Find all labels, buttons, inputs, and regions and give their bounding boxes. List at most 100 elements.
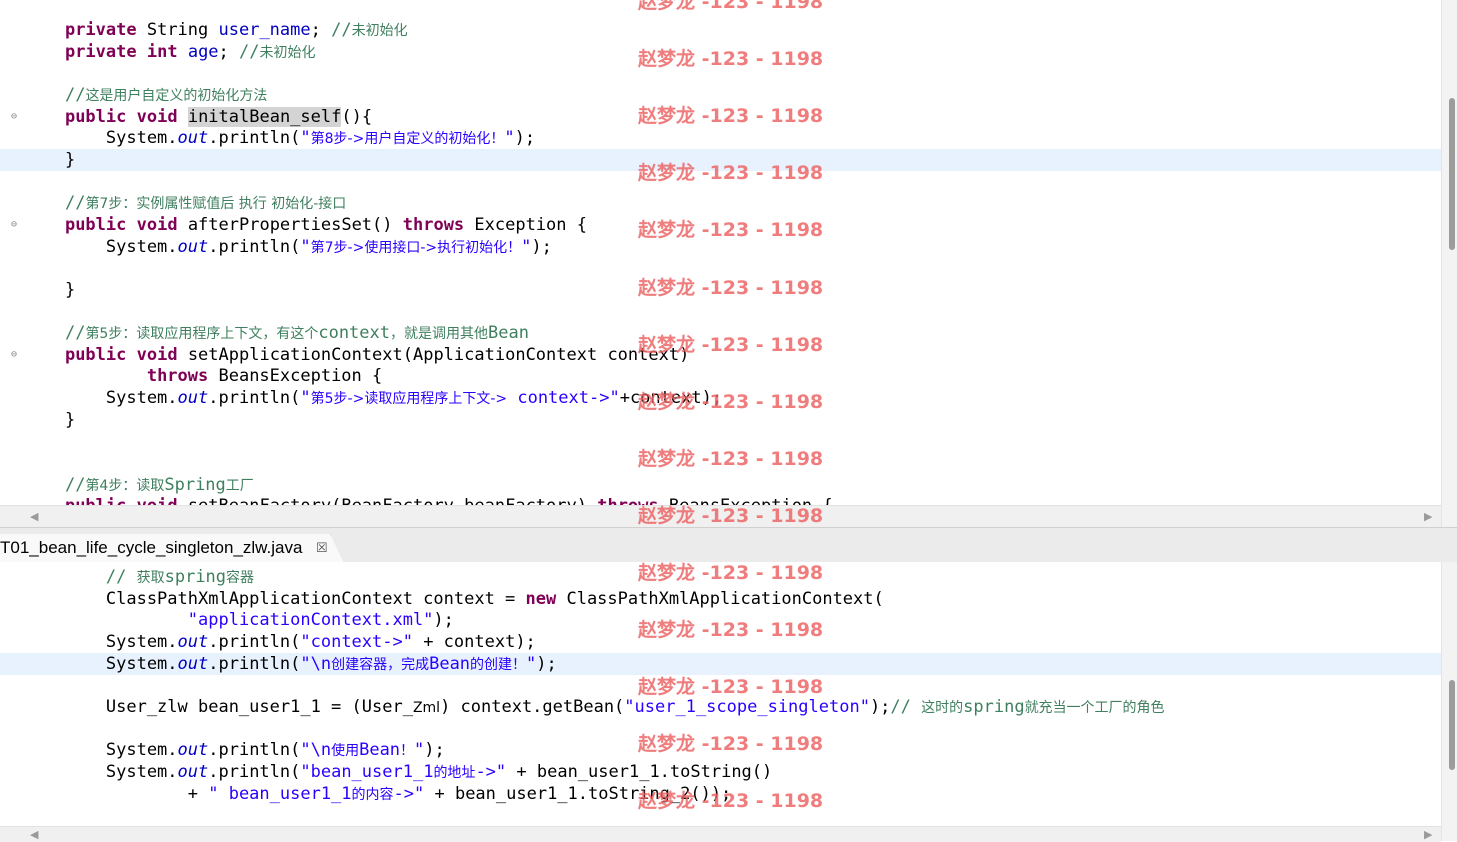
- code-line[interactable]: 6: [0, 62, 1441, 84]
- code-token: out: [177, 128, 209, 149]
- code-token: spring: [963, 696, 1025, 717]
- code-line[interactable]: 9: [0, 674, 1441, 696]
- code-token: throws: [146, 366, 209, 387]
- code-token: new: [525, 588, 557, 609]
- scroll-right-arrow-icon[interactable]: ▶: [1424, 510, 1432, 523]
- code-token: int: [146, 41, 178, 62]
- code-text: User_zlw bean_user1_1 = (User_Zml) conte…: [24, 696, 1165, 719]
- scroll-right-arrow-icon[interactable]: ▶: [1424, 828, 1432, 841]
- code-line[interactable]: 4 System.out.println("第7步->使用接口->执行初始化！"…: [0, 236, 1441, 258]
- code-token: 第5步->读取应用程序上下文->: [310, 391, 508, 408]
- code-line[interactable]: 7 System.out.println("context->" + conte…: [0, 631, 1441, 653]
- code-token: //: [239, 41, 260, 62]
- code-line[interactable]: 3: [0, 430, 1441, 452]
- bottom-horizontal-scrollbar[interactable]: ◀ ▶: [0, 826, 1441, 842]
- scroll-left-arrow-icon[interactable]: ◀: [30, 828, 38, 841]
- bottom-vertical-scrollbar[interactable]: [1441, 562, 1457, 841]
- code-token: }: [24, 279, 76, 300]
- code-token: "applicationContext.xml": [187, 610, 434, 631]
- code-line[interactable]: 2 //第7步：实例属性赋值后 执行 初始化-接口: [0, 192, 1441, 214]
- code-line[interactable]: 8 System.out.println("\n创建容器，完成Bean的创建！"…: [0, 652, 1441, 676]
- code-line[interactable]: 5 //第4步：读取Spring工厂: [0, 474, 1441, 496]
- top-vertical-scrollbar[interactable]: [1441, 0, 1457, 527]
- code-token: "bean_user1_1: [300, 761, 434, 782]
- code-token: ！: [400, 743, 415, 760]
- code-line[interactable]: 0 throws BeansException {: [0, 365, 1441, 387]
- code-token: 第7步：实例属性赋值后 执行 初始化-接口: [85, 196, 347, 213]
- code-line[interactable]: 4 + " bean_user1_1的内容->" + bean_user1_1.…: [0, 783, 1441, 805]
- code-token: ;: [218, 41, 240, 62]
- code-line[interactable]: 1: [0, 171, 1441, 193]
- code-token: .println(: [208, 740, 301, 761]
- code-token: //: [64, 323, 86, 344]
- code-line[interactable]: 6 "applicationContext.xml");: [0, 609, 1441, 631]
- top-scroll-thumb[interactable]: [1449, 98, 1455, 250]
- code-line[interactable]: 3 System.out.println("bean_user1_1的地址->"…: [0, 761, 1441, 783]
- close-tab-icon[interactable]: ☒: [316, 534, 328, 562]
- code-text: System.out.println("\n创建容器，完成Bean的创建！");: [24, 653, 557, 676]
- code-text: }: [24, 409, 75, 431]
- code-line[interactable]: 8 //第5步：读取应用程序上下文，有这个context，就是调用其他Bean: [0, 322, 1441, 344]
- code-token: .println(: [208, 128, 301, 149]
- code-token: 就充当一个工厂的角色: [1024, 699, 1165, 716]
- code-line[interactable]: 4 // 获取spring容器: [0, 566, 1441, 588]
- code-line[interactable]: 2 System.out.println("\n使用Bean！");: [0, 739, 1441, 761]
- code-token: 使用: [331, 743, 360, 760]
- code-token: age: [187, 41, 219, 62]
- code-line[interactable]: 5: [0, 804, 1441, 826]
- code-text: }: [24, 149, 75, 171]
- code-line[interactable]: 9⊖ public void setApplicationContext(App…: [0, 344, 1441, 366]
- code-token: 工厂: [225, 477, 254, 494]
- code-token: }: [24, 149, 76, 170]
- code-token: .println(: [208, 236, 301, 257]
- code-line[interactable]: 6 public void setBeanFactory(BeanFactory…: [0, 495, 1441, 505]
- code-token: public: [64, 106, 127, 127]
- code-line[interactable]: 7 //这是用户自定义的初始化方法: [0, 84, 1441, 106]
- top-editor-pane[interactable]: 4 private String user_name; //未初始化5 priv…: [0, 0, 1457, 505]
- tab-java-file[interactable]: T01_bean_life_cycle_singleton_zlw.java ☒: [0, 534, 344, 563]
- code-token: .println(: [208, 761, 301, 782]
- code-token: +context);: [619, 388, 723, 409]
- code-line[interactable]: 4: [0, 452, 1441, 474]
- fold-toggle-icon[interactable]: ⊖: [11, 214, 17, 236]
- code-line[interactable]: 5 private int age; //未初始化: [0, 41, 1441, 63]
- code-line[interactable]: 4 private String user_name; //未初始化: [0, 19, 1441, 41]
- top-horizontal-scrollbar[interactable]: ◀ ▶: [0, 505, 1441, 528]
- code-line[interactable]: 9 System.out.println("第8步->用户自定义的初始化！");: [0, 127, 1441, 149]
- scroll-left-arrow-icon[interactable]: ◀: [30, 510, 38, 523]
- code-line[interactable]: 7: [0, 300, 1441, 322]
- code-token: setBeanFactory(BeanFactory beanFactory): [178, 496, 598, 505]
- code-line[interactable]: 8⊖ public void initalBean_self(){: [0, 106, 1441, 128]
- code-token: );: [531, 236, 552, 257]
- code-line[interactable]: 3⊖ public void afterPropertiesSet() thro…: [0, 214, 1441, 236]
- code-line[interactable]: 1: [0, 718, 1441, 740]
- code-token: ->": [393, 783, 425, 804]
- code-token: 第4步：读取: [85, 477, 165, 494]
- code-token: );: [536, 653, 557, 674]
- code-line[interactable]: 0 }: [0, 148, 1441, 171]
- code-token: System.: [24, 761, 178, 782]
- bottom-editor-pane[interactable]: 4 // 获取spring容器5 ClassPathXmlApplication…: [0, 562, 1457, 826]
- fold-toggle-icon[interactable]: ⊖: [11, 106, 17, 128]
- code-token: Exception {: [464, 214, 587, 235]
- bottom-scroll-thumb[interactable]: [1449, 680, 1455, 770]
- code-token: Bean: [429, 653, 471, 674]
- code-token: ": [300, 236, 311, 257]
- code-line[interactable]: 2 }: [0, 409, 1441, 431]
- code-line[interactable]: 5: [0, 257, 1441, 279]
- code-line[interactable]: 1 System.out.println("第5步->读取应用程序上下文-> c…: [0, 387, 1441, 409]
- code-token: //: [64, 84, 86, 105]
- code-text: System.out.println("\n使用Bean！");: [24, 739, 445, 762]
- code-line[interactable]: 6 }: [0, 279, 1441, 301]
- fold-toggle-icon[interactable]: ⊖: [11, 344, 17, 366]
- code-line[interactable]: 5 ClassPathXmlApplicationContext context…: [0, 588, 1441, 610]
- code-line[interactable]: 0 User_zlw bean_user1_1 = (User_Zml) con…: [0, 696, 1441, 718]
- code-token: spring: [164, 567, 227, 587]
